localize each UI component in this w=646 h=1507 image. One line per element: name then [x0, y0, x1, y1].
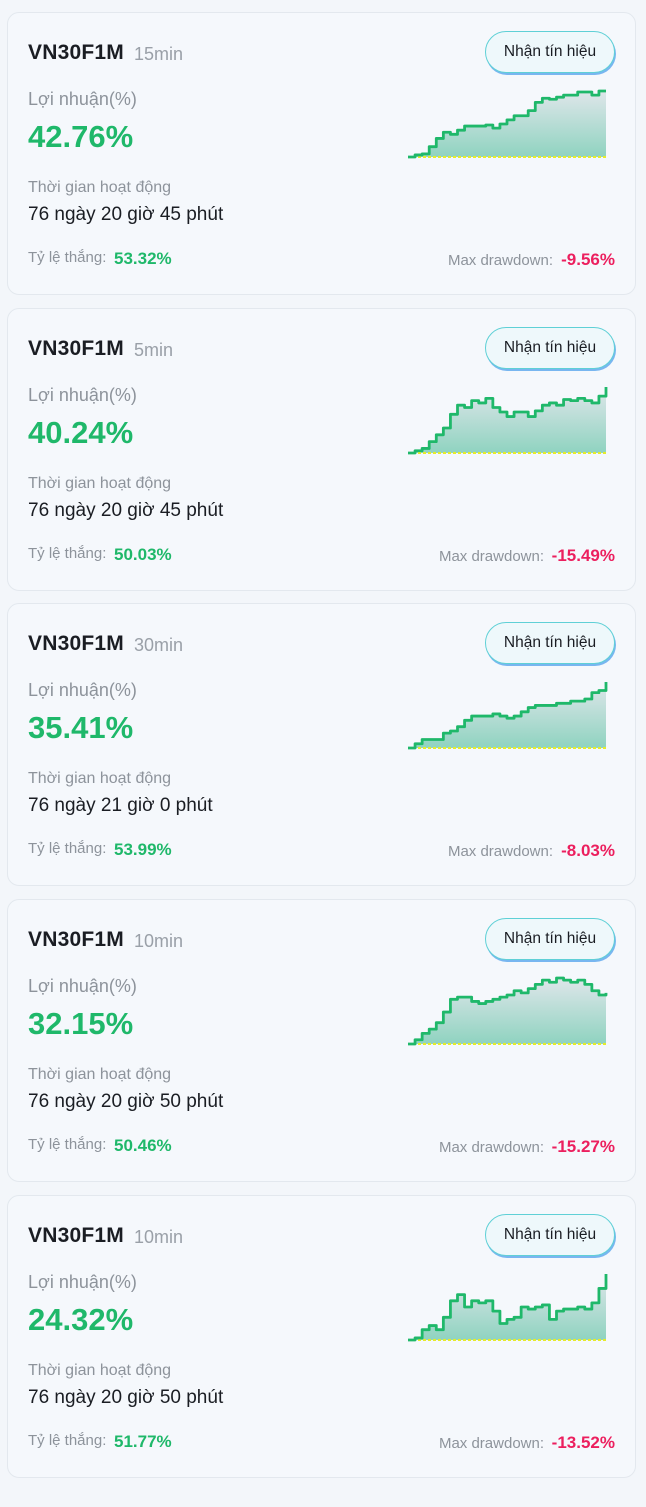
interval-label: 10min [134, 1227, 184, 1247]
active-time-value: 76 ngày 20 giờ 50 phút [28, 1091, 224, 1112]
max-drawdown-value: -8.03% [561, 841, 615, 860]
profit-value: 42.76% [28, 119, 134, 154]
symbol-name: VN30F1M [28, 1224, 124, 1247]
max-drawdown-value: -15.49% [551, 546, 615, 565]
profit-value: 32.15% [28, 1006, 134, 1041]
interval-label: 30min [134, 635, 184, 655]
profit-value: 35.41% [28, 710, 134, 745]
receive-signal-button[interactable]: Nhận tín hiệu [485, 1214, 615, 1256]
equity-sparkline [408, 682, 608, 750]
active-time-label: Thời gian hoạt động [28, 1362, 172, 1379]
strategy-card[interactable]: VN30F1M 30min Nhận tín hiệu Lợi nhuận(%)… [7, 603, 636, 886]
active-time-value: 76 ngày 20 giờ 45 phút [28, 500, 224, 521]
equity-area [408, 387, 606, 453]
profit-value: 24.32% [28, 1302, 134, 1337]
receive-signal-button[interactable]: Nhận tín hiệu [485, 327, 615, 369]
max-drawdown-label: Max drawdown: [438, 1139, 544, 1156]
win-rate-value: 53.32% [114, 249, 172, 268]
profit-label: Lợi nhuận(%) [28, 385, 137, 405]
symbol-name: VN30F1M [28, 41, 124, 64]
interval-label: 15min [134, 44, 184, 64]
win-rate-value: 50.03% [114, 545, 172, 564]
active-time-label: Thời gian hoạt động [28, 179, 172, 196]
equity-sparkline [408, 89, 606, 159]
equity-area [408, 978, 606, 1044]
active-time-label: Thời gian hoạt động [28, 475, 172, 492]
max-drawdown-value: -15.27% [551, 1137, 615, 1156]
receive-signal-button[interactable]: Nhận tín hiệu [485, 622, 615, 664]
symbol-name: VN30F1M [28, 632, 124, 655]
active-time-value: 76 ngày 20 giờ 45 phút [28, 204, 224, 225]
win-rate-label: Tỷ lệ thắng: [28, 249, 107, 266]
equity-sparkline [408, 1274, 608, 1342]
win-rate-label: Tỷ lệ thắng: [28, 545, 107, 562]
equity-sparkline [408, 976, 608, 1046]
win-rate-label: Tỷ lệ thắng: [28, 1432, 107, 1449]
max-drawdown-value: -13.52% [551, 1433, 615, 1452]
equity-sparkline [408, 387, 608, 455]
max-drawdown-label: Max drawdown: [438, 1435, 544, 1452]
interval-label: 10min [134, 931, 184, 951]
profit-label: Lợi nhuận(%) [28, 1272, 137, 1292]
max-drawdown-label: Max drawdown: [447, 843, 553, 860]
active-time-label: Thời gian hoạt động [28, 1066, 172, 1083]
profit-value: 40.24% [28, 415, 134, 450]
active-time-value: 76 ngày 20 giờ 50 phút [28, 1387, 224, 1408]
profit-label: Lợi nhuận(%) [28, 680, 137, 700]
receive-signal-button[interactable]: Nhận tín hiệu [485, 918, 615, 960]
win-rate-value: 53.99% [114, 840, 172, 859]
win-rate-value: 50.46% [114, 1136, 172, 1155]
interval-label: 5min [134, 340, 174, 360]
win-rate-label: Tỷ lệ thắng: [28, 840, 107, 857]
symbol-name: VN30F1M [28, 928, 124, 951]
max-drawdown-label: Max drawdown: [447, 252, 553, 269]
strategy-card[interactable]: VN30F1M 15min Nhận tín hiệu Lợi nhuận(%)… [7, 12, 636, 295]
symbol-name: VN30F1M [28, 337, 124, 360]
max-drawdown-label: Max drawdown: [438, 548, 544, 565]
win-rate-value: 51.77% [114, 1432, 172, 1451]
strategy-card[interactable]: VN30F1M 10min Nhận tín hiệu Lợi nhuận(%)… [7, 899, 636, 1182]
active-time-value: 76 ngày 21 giờ 0 phút [28, 795, 213, 816]
active-time-label: Thời gian hoạt động [28, 770, 172, 787]
profit-label: Lợi nhuận(%) [28, 976, 137, 996]
strategy-card[interactable]: VN30F1M 5min Nhận tín hiệu Lợi nhuận(%) … [7, 308, 636, 591]
strategy-card[interactable]: VN30F1M 10min Nhận tín hiệu Lợi nhuận(%)… [7, 1195, 636, 1478]
win-rate-label: Tỷ lệ thắng: [28, 1136, 107, 1153]
receive-signal-button[interactable]: Nhận tín hiệu [485, 31, 615, 73]
profit-label: Lợi nhuận(%) [28, 89, 137, 109]
strategy-list: VN30F1M 15min Nhận tín hiệu Lợi nhuận(%)… [0, 0, 646, 1507]
max-drawdown-value: -9.56% [561, 250, 615, 269]
